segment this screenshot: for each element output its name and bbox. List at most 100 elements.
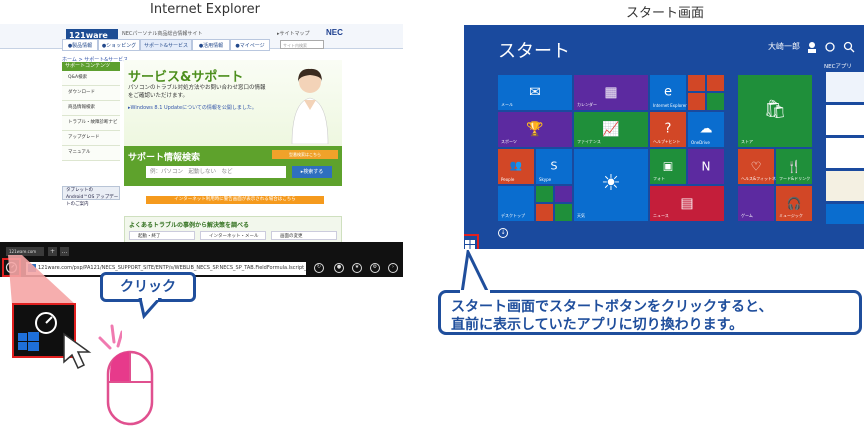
user-name[interactable]: 大崎一郎 xyxy=(768,41,800,52)
caption-internet-explorer: Internet Explorer xyxy=(150,2,260,17)
menu-mypage[interactable]: ●マイページ xyxy=(230,39,270,51)
tile-store[interactable]: 🛍 ストア xyxy=(738,75,812,147)
trophy-icon: 🏆 xyxy=(526,120,544,137)
sun-icon: ☀ xyxy=(601,170,621,196)
menu-usage[interactable]: ●活用情報 xyxy=(192,39,230,51)
nec-apps-label: NECアプリ xyxy=(824,64,852,70)
tile-sports[interactable]: 🏆 スポーツ xyxy=(498,112,572,147)
tile-games-small[interactable] xyxy=(688,93,705,110)
refresh-icon[interactable]: ↻ xyxy=(314,263,324,273)
tile-news[interactable]: ▤ ニュース xyxy=(650,186,724,221)
tile-finance[interactable]: 📈 ファイナンス xyxy=(574,112,648,147)
tools-wrench-icon[interactable]: ⚙ xyxy=(370,263,380,273)
site-search-input[interactable]: サイト内検索 xyxy=(280,40,324,49)
site-tagline: NECパーソナル商品総合情報サイト xyxy=(122,31,203,37)
search-icon[interactable] xyxy=(843,41,853,51)
explanation-bubble: スタート画面でスタートボタンをクリックすると、 直前に表示していたアプリに切り換… xyxy=(438,290,862,335)
trouble-item-display[interactable]: 画面の変更 xyxy=(271,231,337,240)
tile-small-2[interactable] xyxy=(555,186,572,202)
sitemap-link[interactable]: ▸サイトマップ xyxy=(277,30,310,37)
sidebar-item-trouble-navi[interactable]: トラブル・故障診断ナビ xyxy=(62,116,120,131)
tile-photos[interactable]: ▣ フォト xyxy=(650,149,686,184)
tile-small-4[interactable] xyxy=(555,204,572,221)
tile-nec-app-1[interactable] xyxy=(826,72,864,102)
click-bubble-tail xyxy=(138,298,163,320)
calendar-icon: ▦ xyxy=(604,83,618,100)
tile-music[interactable]: 🎧 ミュージック xyxy=(776,186,812,221)
question-icon: ? xyxy=(664,120,672,136)
sidebar: サポートコンテンツ Q&A検索 ダウンロード 商品情報検索 トラブル・故障診断ナ… xyxy=(62,62,120,161)
favorite-star-icon[interactable]: ★ xyxy=(352,263,362,273)
all-apps-arrow-icon[interactable]: ↓ xyxy=(498,228,508,238)
support-search-button[interactable]: ▸検索する xyxy=(292,166,332,178)
support-search-input[interactable]: 例：パソコン 起動しない など xyxy=(146,166,286,178)
tile-camera[interactable] xyxy=(707,93,724,110)
start-button-highlight[interactable] xyxy=(464,234,479,249)
sidebar-item-qa[interactable]: Q&A検索 xyxy=(62,71,120,86)
tile-food[interactable]: 🍴 フード&ドリンク xyxy=(776,149,812,184)
menu-shopping[interactable]: ●ショッピング xyxy=(98,39,140,51)
mouse-icon xyxy=(106,350,154,426)
power-icon[interactable] xyxy=(825,42,835,52)
tile-mail[interactable]: ✉ メール xyxy=(498,75,572,110)
onenote-icon: N xyxy=(701,158,711,173)
tile-nec-app-3[interactable] xyxy=(826,138,864,168)
tile-small-1[interactable] xyxy=(536,186,553,202)
menu-support[interactable]: サポート&サービス xyxy=(140,39,192,51)
headphones-icon: 🎧 xyxy=(786,195,802,210)
banner-text: パソコンのトラブル対処方法やお問い合わせ窓口の情報をご確認いただけます。 xyxy=(128,85,266,99)
tile-calendar[interactable]: ▦ カレンダー xyxy=(574,75,648,110)
user-controls xyxy=(808,41,855,53)
tile-nec-app-4[interactable] xyxy=(826,171,864,201)
sidebar-item-download[interactable]: ダウンロード xyxy=(62,86,120,101)
support-person-image xyxy=(291,68,329,144)
android-update-link[interactable]: タブレットのAndroid™OS アップデートのご案内 xyxy=(62,186,120,207)
banner-link[interactable]: ▸Windows 8.1 Updateについての情報を公開しました。 xyxy=(128,104,257,111)
tile-skype[interactable]: S Skype xyxy=(536,149,572,184)
tile-desktop[interactable]: デスクトップ xyxy=(498,186,534,221)
menu-products[interactable]: ●製品情報 xyxy=(62,39,98,51)
explanation-line-2: 直前に表示していたアプリに切り換わります。 xyxy=(451,317,744,333)
tile-video[interactable] xyxy=(688,75,705,91)
nec-logo[interactable]: NEC xyxy=(326,28,343,37)
fork-knife-icon: 🍴 xyxy=(786,158,802,173)
tile-nec-app-5[interactable] xyxy=(826,204,864,224)
warning-notice-link[interactable]: インターネット利用時に警告画面が表示される場合はこちら xyxy=(146,196,324,204)
heart-icon: ♡ xyxy=(750,158,762,173)
tile-help-tips[interactable]: ? ヘルプ+ヒント xyxy=(650,112,686,147)
start-screen: スタート 大崎一郎 ✉ メール ▦ カレンダー 🏆 スポーツ 📈 ファイナンス 👥 Peo… xyxy=(464,25,864,249)
trouble-item-startup[interactable]: 起動・終了 xyxy=(129,231,195,240)
tile-health[interactable]: ♡ ヘルス&フィットネス xyxy=(738,149,780,184)
photo-icon: ▣ xyxy=(662,158,674,172)
tile-nec-app-2[interactable] xyxy=(826,105,864,135)
tile-music-small[interactable] xyxy=(707,75,724,91)
tile-small-3[interactable] xyxy=(536,204,553,221)
trouble-item-internet[interactable]: インターネット・メール xyxy=(200,231,266,240)
sidebar-item-manual[interactable]: マニュアル xyxy=(62,146,120,161)
ie-icon: e xyxy=(664,83,672,99)
tile-games[interactable]: ゲーム xyxy=(738,186,774,221)
trouble-title: よくあるトラブルの事例から解決策を調べる xyxy=(129,222,250,229)
banner-title: サービス&サポート xyxy=(128,70,244,85)
sidebar-title: サポートコンテンツ xyxy=(62,62,120,71)
avatar-icon[interactable] xyxy=(809,42,815,48)
tile-people[interactable]: 👥 People xyxy=(498,149,534,184)
model-search-button[interactable]: 型番検索はこちら xyxy=(272,150,338,159)
windows-logo-icon xyxy=(465,240,475,249)
tile-internet-explorer[interactable]: e Internet Explorer xyxy=(650,75,687,110)
support-search-panel: サポート情報検索 型番検索はこちら 例：パソコン 起動しない など ▸検索する xyxy=(124,146,342,186)
newspaper-icon: ▤ xyxy=(680,194,694,211)
sidebar-item-product-search[interactable]: 商品情報検索 xyxy=(62,101,120,116)
sidebar-item-upgrade[interactable]: アップグレード xyxy=(62,131,120,146)
tile-onenote[interactable]: N xyxy=(688,149,724,184)
support-search-title: サポート情報検索 xyxy=(128,153,201,163)
ie-window: 121ware NECパーソナル商品総合情報サイト ▸サイトマップ NEC ●製… xyxy=(0,24,403,277)
people-icon: 👥 xyxy=(509,159,523,171)
chart-up-icon: 📈 xyxy=(602,120,620,137)
tile-weather[interactable]: ☀ 天気 xyxy=(574,149,648,221)
explanation-bubble-tail xyxy=(460,250,491,294)
start-title: スタート xyxy=(498,41,570,62)
forward-icon[interactable]: › xyxy=(388,263,398,273)
pin-icon[interactable]: ● xyxy=(334,263,344,273)
tile-onedrive[interactable]: ☁ OneDrive xyxy=(688,112,724,147)
